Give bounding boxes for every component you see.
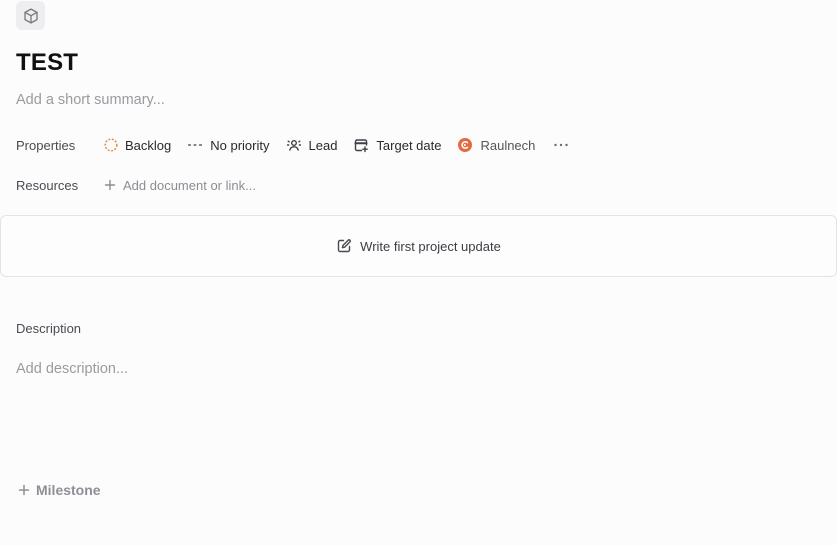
priority-property[interactable]: No priority (187, 137, 270, 153)
summary-input[interactable]: Add a short summary... (16, 91, 165, 109)
add-resource-label: Add document or link... (123, 177, 256, 193)
add-milestone-button[interactable]: Milestone (18, 482, 101, 498)
project-icon-button[interactable] (16, 1, 45, 30)
properties-row: Properties Backlog No priority Lead Targ… (16, 135, 569, 155)
project-title[interactable]: TEST (16, 48, 78, 78)
milestone-label: Milestone (36, 482, 101, 498)
lead-person-icon (286, 137, 302, 153)
cube-icon (23, 7, 38, 24)
plus-icon (104, 179, 116, 191)
team-label: Raulnech (480, 137, 536, 153)
properties-label: Properties (16, 137, 76, 153)
status-label: Backlog (125, 137, 172, 153)
resources-label: Resources (16, 177, 79, 193)
project-page: TEST Add a short summary... Properties B… (0, 0, 837, 545)
description-input[interactable]: Add description... (16, 361, 128, 377)
status-property[interactable]: Backlog (104, 138, 171, 153)
calendar-plus-icon (353, 137, 369, 153)
edit-square-icon (337, 239, 352, 253)
ellipsis-icon (554, 143, 569, 147)
team-avatar-icon (457, 137, 473, 153)
lead-label: Lead (308, 137, 338, 153)
target-date-label: Target date (376, 137, 442, 153)
no-priority-dashes-icon (187, 138, 203, 152)
backlog-dashed-circle-icon (104, 138, 118, 152)
description-label: Description (16, 321, 82, 336)
write-project-update-button[interactable]: Write first project update (0, 215, 837, 277)
resources-row: Resources Add document or link... (16, 175, 256, 195)
team-property[interactable]: Raulnech (457, 137, 535, 153)
plus-icon (18, 484, 30, 496)
add-resource-button[interactable]: Add document or link... (104, 178, 256, 193)
target-date-property[interactable]: Target date (353, 137, 441, 153)
update-card-content: Write first project update (336, 238, 501, 254)
more-properties-button[interactable] (553, 138, 569, 152)
update-label: Write first project update (360, 238, 501, 254)
priority-label: No priority (210, 137, 270, 153)
lead-property[interactable]: Lead (286, 137, 338, 153)
